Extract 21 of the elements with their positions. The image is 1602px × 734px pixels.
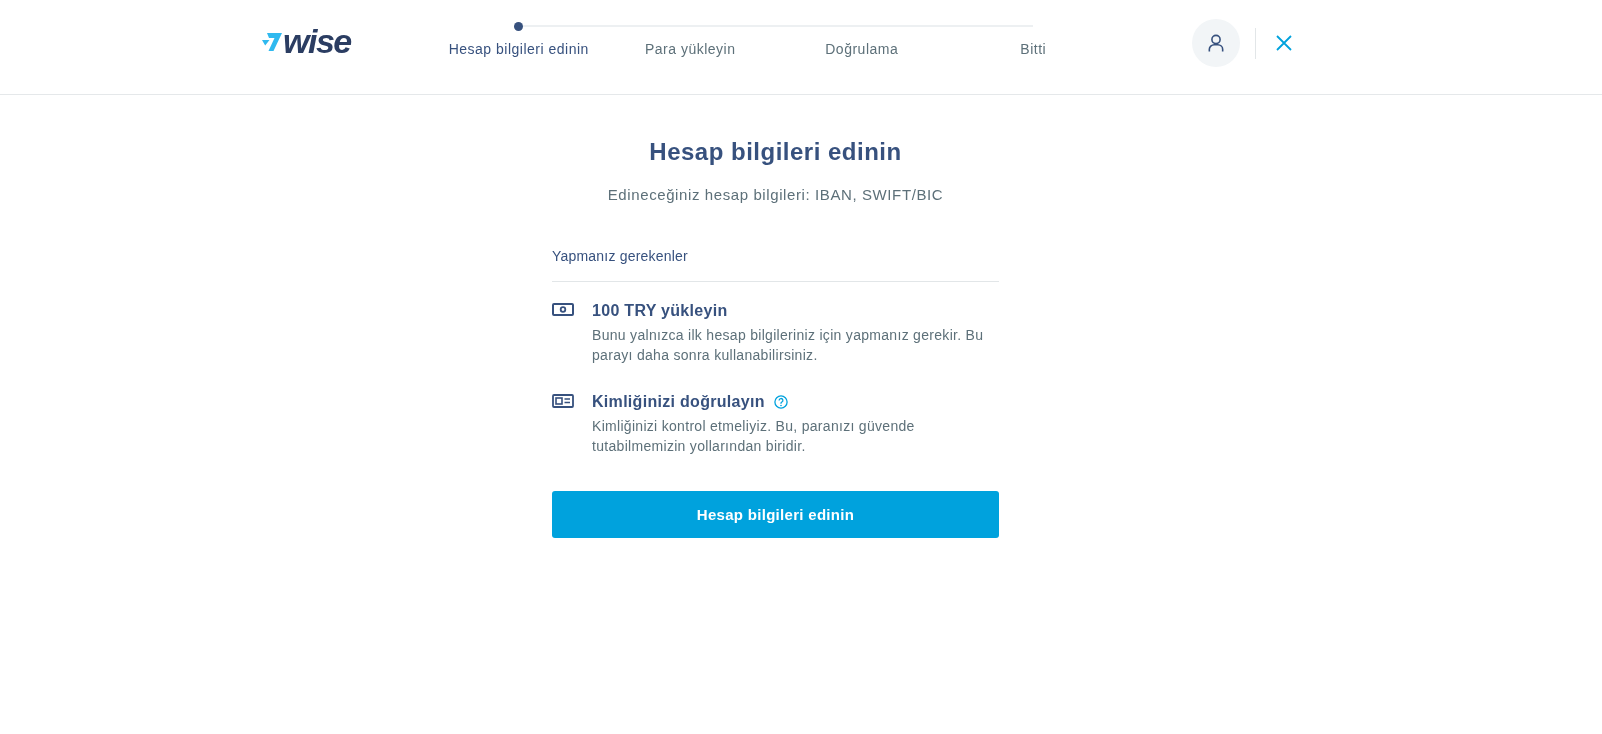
account-button[interactable] [1192, 19, 1240, 67]
task-description: Bunu yalnızca ilk hesap bilgileriniz için yapmanız gerekir. Bu parayı daha sonra kullanabilirsiniz. [592, 326, 985, 365]
logo-wordmark: wise [283, 28, 351, 54]
get-account-details-button[interactable]: Hesap bilgileri edinin [552, 491, 999, 538]
step-label: Doğrulama [825, 40, 899, 58]
section-heading: Yapmanız gerekenler [552, 247, 688, 265]
task-description: Kimliğinizi kontrol etmeliyiz. Bu, paranızı güvende tutabilmemizin yollarından biridir. [592, 417, 916, 456]
banknote-icon [552, 303, 574, 316]
page-title: Hesap bilgileri edinin [649, 137, 902, 167]
help-icon[interactable] [773, 395, 788, 409]
id-card-icon [552, 394, 574, 408]
page-subtitle: Edineceğiniz hesap bilgileri: IBAN, SWIFT/BIC [607, 185, 944, 205]
task-title: 100 TRY yükleyin [592, 301, 728, 321]
step-label: Hesap bilgileri edinin [448, 40, 589, 58]
step-label: Para yükleyin [644, 40, 736, 58]
close-icon [1276, 35, 1292, 51]
close-button[interactable] [1276, 35, 1292, 51]
task-title: Kimliğinizi doğrulayın [592, 392, 765, 412]
flag-logo-icon [262, 31, 282, 51]
person-icon [1208, 34, 1224, 52]
step-label: Bitti [1020, 40, 1047, 58]
